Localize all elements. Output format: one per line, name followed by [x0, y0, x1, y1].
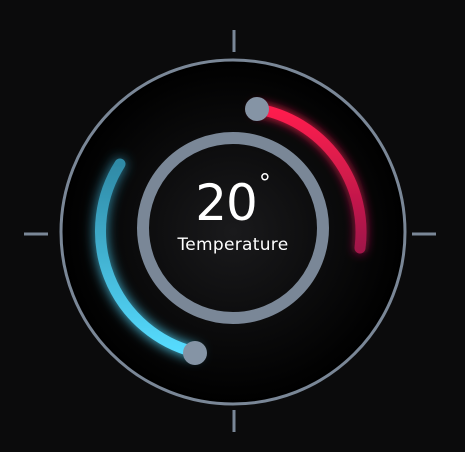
- cold-knob-icon[interactable]: [183, 341, 207, 365]
- thermostat-widget: 20° Temperature: [0, 0, 465, 452]
- hot-knob-icon[interactable]: [245, 97, 269, 121]
- dial-face: [59, 58, 407, 406]
- thermostat-dial: [24, 30, 436, 432]
